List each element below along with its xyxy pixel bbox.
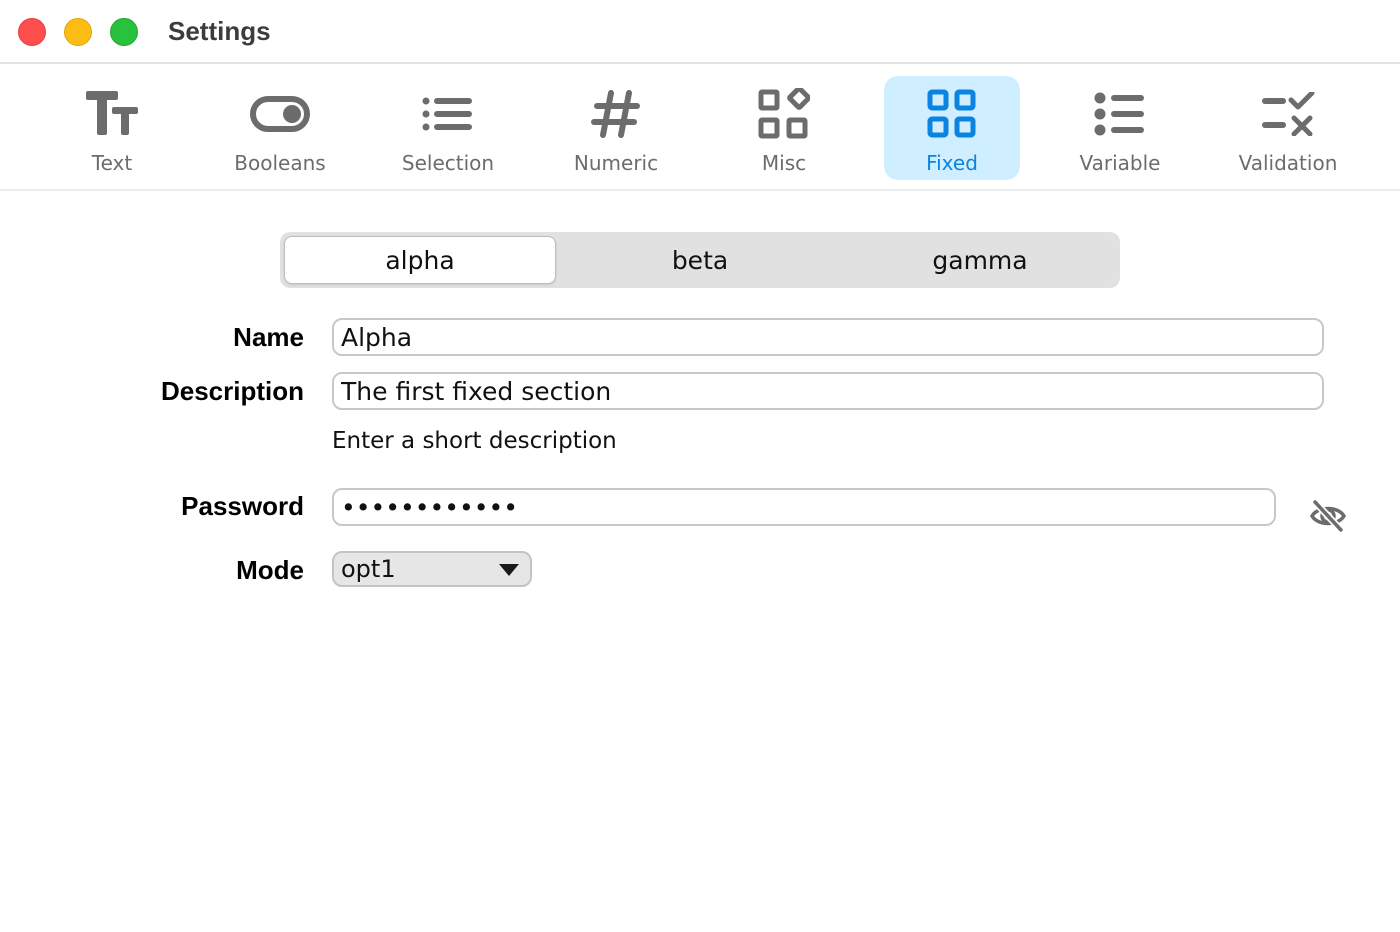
window-title: Settings <box>168 16 271 46</box>
mode-label: Mode <box>236 555 304 585</box>
mode-select-value: opt1 <box>341 555 396 583</box>
tab-selection-label: Selection <box>401 151 495 175</box>
name-field[interactable] <box>332 318 1324 356</box>
tab-booleans[interactable]: Booleans <box>212 76 348 180</box>
description-hint: Enter a short description <box>332 428 617 454</box>
shapes-icon <box>754 86 814 142</box>
tab-validation[interactable]: Validation <box>1220 76 1356 180</box>
minimize-window-button[interactable] <box>64 18 92 46</box>
tab-booleans-label: Booleans <box>234 151 326 175</box>
name-label: Name <box>233 322 304 352</box>
checklist-icon <box>1258 86 1318 142</box>
list-icon <box>418 86 478 142</box>
tab-numeric[interactable]: Numeric <box>548 76 684 180</box>
tab-variable[interactable]: Variable <box>1052 76 1188 180</box>
hash-icon <box>586 86 646 142</box>
tab-selection[interactable]: Selection <box>380 76 516 180</box>
segment-alpha[interactable]: alpha <box>284 236 556 284</box>
title-bar: Settings <box>0 0 1400 64</box>
toolbar: Text Booleans Selection Numeric Misc Fix… <box>0 64 1400 191</box>
mode-select[interactable]: opt1 <box>332 551 532 587</box>
description-label: Description <box>160 376 304 406</box>
password-field[interactable] <box>332 488 1276 526</box>
description-field[interactable] <box>332 372 1324 410</box>
tab-misc[interactable]: Misc <box>716 76 852 180</box>
section-segmented-control: alpha beta gamma <box>280 232 1120 288</box>
tab-fixed[interactable]: Fixed <box>884 76 1020 180</box>
chevron-down-icon <box>499 564 519 576</box>
maximize-window-button[interactable] <box>110 18 138 46</box>
tab-validation-label: Validation <box>1238 151 1338 175</box>
tab-text-label: Text <box>91 151 133 175</box>
bullet-list-icon <box>1090 86 1150 142</box>
tab-numeric-label: Numeric <box>573 151 659 175</box>
close-window-button[interactable] <box>18 18 46 46</box>
grid-icon <box>922 86 982 142</box>
segment-gamma[interactable]: gamma <box>844 236 1116 284</box>
tab-misc-label: Misc <box>761 151 807 175</box>
password-label: Password <box>181 491 304 521</box>
toggle-icon <box>250 86 310 142</box>
eye-slash-icon[interactable] <box>1308 496 1348 536</box>
text-size-icon <box>82 86 142 142</box>
tab-variable-label: Variable <box>1079 151 1161 175</box>
segment-beta[interactable]: beta <box>564 236 836 284</box>
tab-fixed-label: Fixed <box>926 151 978 175</box>
tab-text[interactable]: Text <box>44 76 180 180</box>
